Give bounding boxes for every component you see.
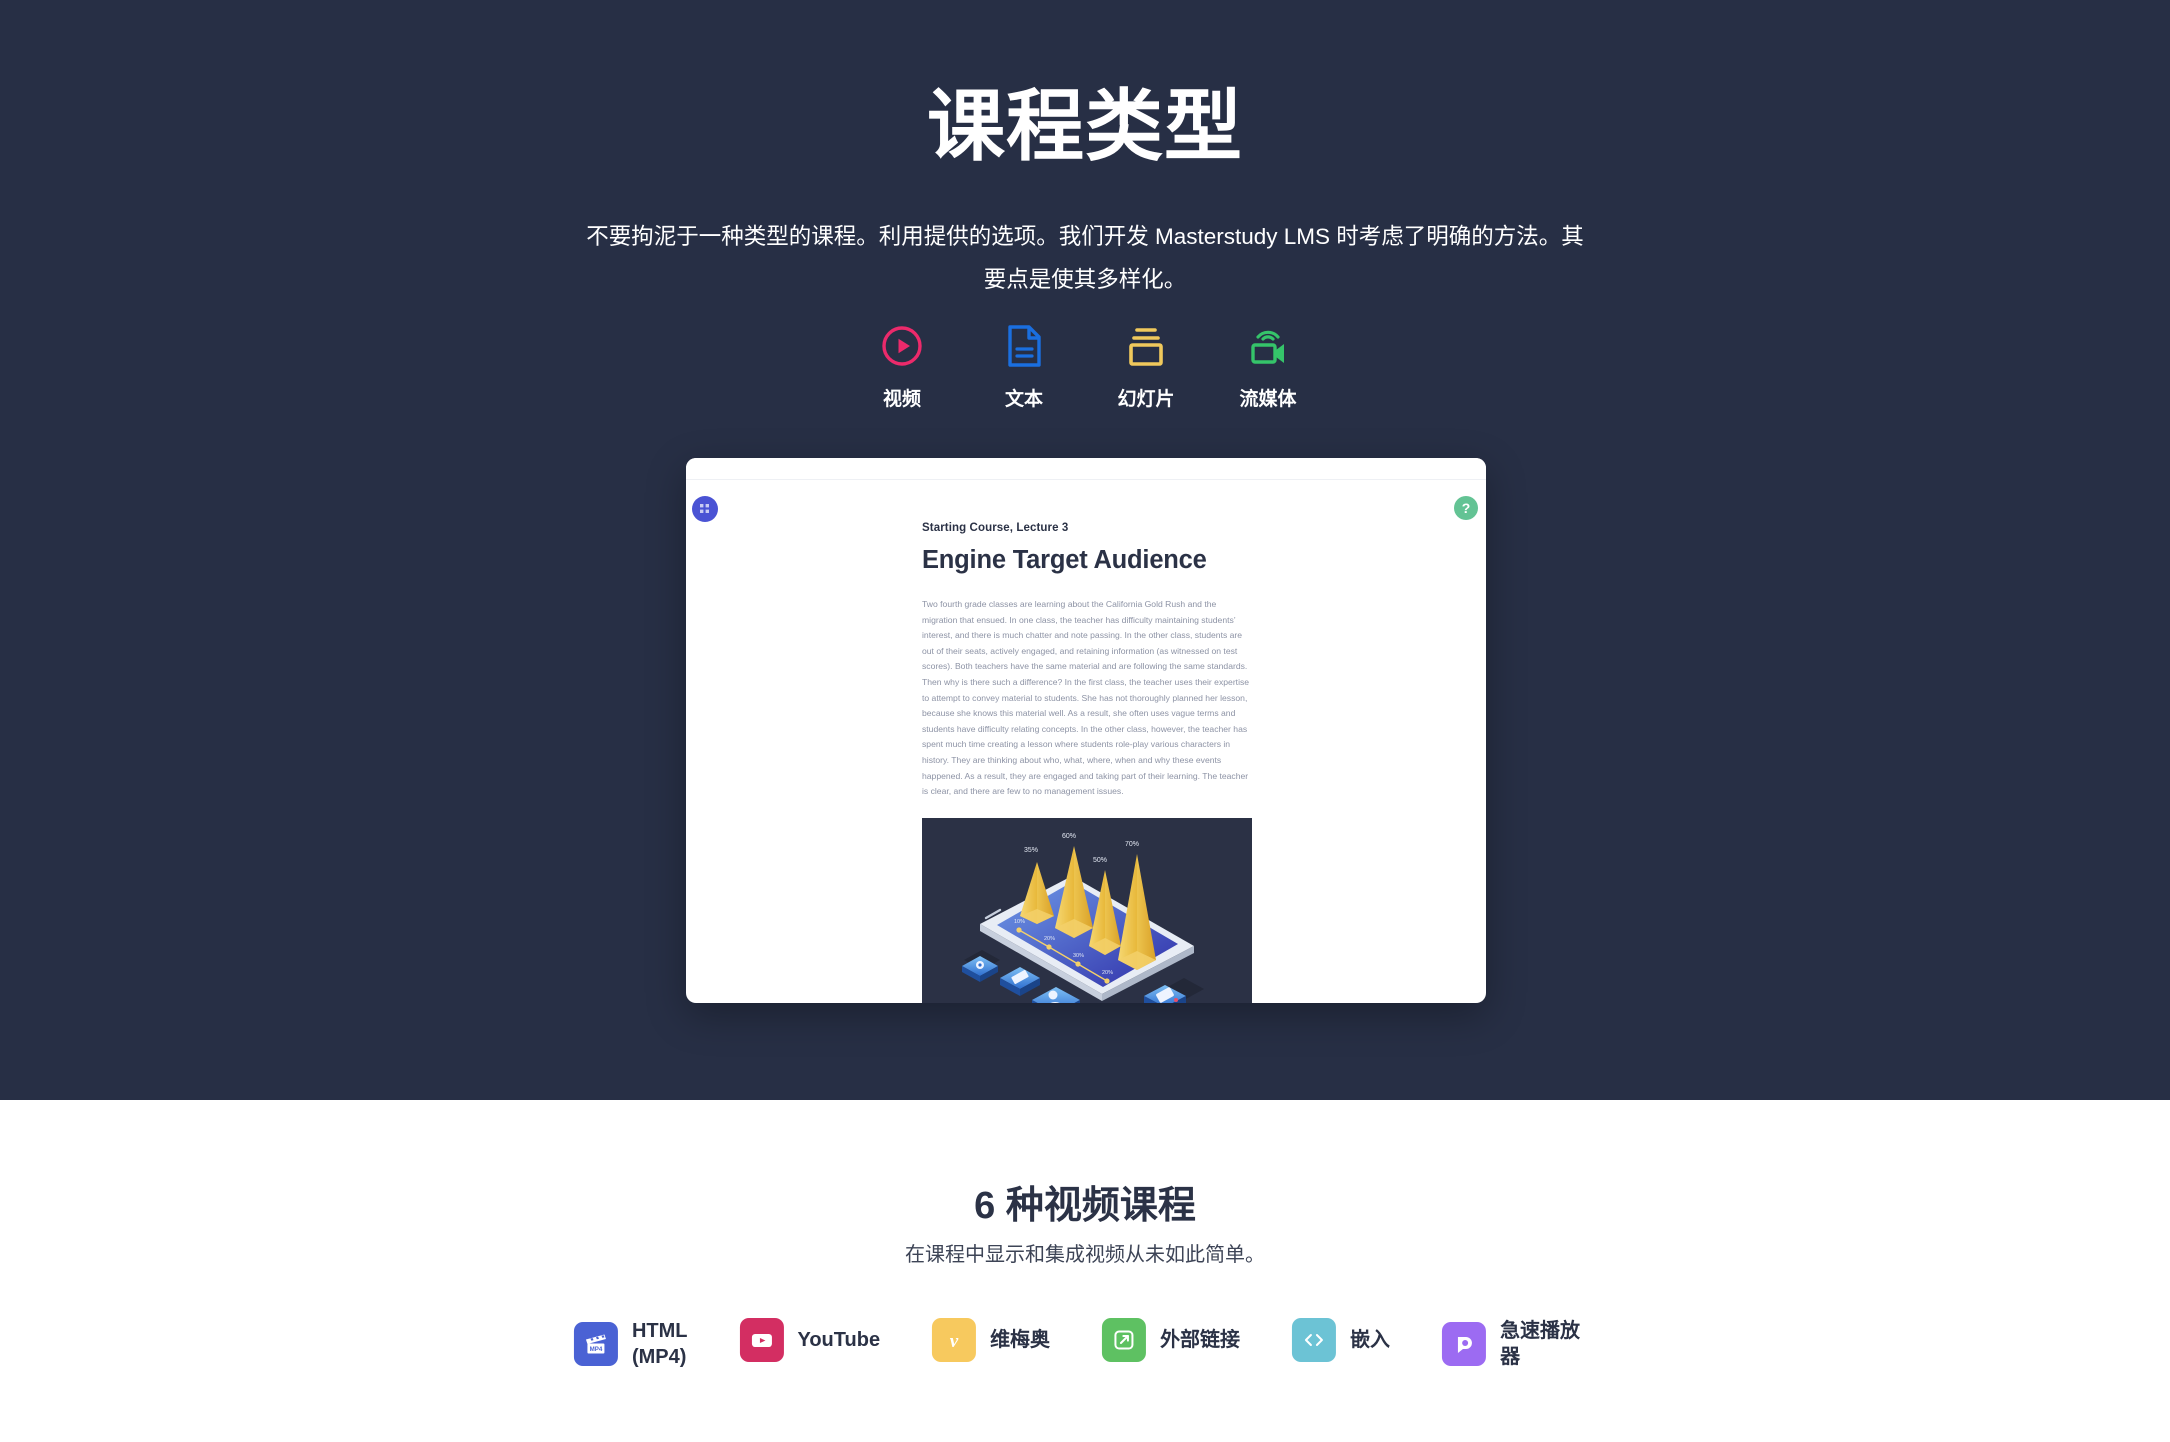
video-sources-section: 6 种视频课程 在课程中显示和集成视频从未如此简单。 [0, 1100, 2170, 1442]
vimeo-icon: v [932, 1318, 977, 1362]
video-source-label: 维梅奥 [990, 1329, 1051, 1351]
video-source-label: YouTube [797, 1329, 881, 1351]
video-source-vimeo[interactable]: v 维梅奥 [932, 1318, 1050, 1362]
video-source-external-link[interactable]: 外部链接 [1102, 1318, 1240, 1362]
course-type-slides[interactable]: 幻灯片 [1085, 322, 1207, 411]
streaming-camera-icon [1245, 322, 1291, 370]
grid-menu-icon[interactable] [692, 496, 718, 522]
svg-text:30%: 30% [1073, 953, 1084, 959]
course-type-label: 流媒体 [1239, 389, 1297, 410]
svg-text:v: v [950, 1331, 959, 1352]
features-title: 6 种视频课程 [974, 1185, 1196, 1227]
video-source-list: MP4 HTML (MP4) YouTube v 维梅奥 外部链接 嵌入 急速播… [573, 1318, 1596, 1370]
lecture-content: Starting Course, Lecture 3 Engine Target… [922, 522, 1252, 1003]
video-source-youtube[interactable]: YouTube [739, 1318, 880, 1362]
course-type-label: 幻灯片 [1117, 389, 1175, 410]
svg-text:35%: 35% [1024, 847, 1038, 854]
svg-text:MP4: MP4 [590, 1346, 603, 1353]
video-source-html-mp4[interactable]: MP4 HTML (MP4) [573, 1318, 688, 1370]
svg-text:10%: 10% [1014, 919, 1025, 925]
lecture-title: Engine Target Audience [922, 546, 1207, 574]
course-type-text[interactable]: 文本 [963, 322, 1085, 411]
isometric-phone-chart-illustration: 10% 20% 30% 20% 35% 60% 50% 70% [922, 817, 1252, 1003]
video-source-embed[interactable]: 嵌入 [1292, 1318, 1390, 1362]
mp4-clapperboard-icon: MP4 [573, 1322, 618, 1366]
page-root: 课程类型 不要拘泥于一种类型的课程。利用提供的选项。我们开发 Masterstu… [0, 0, 2170, 1442]
course-preview-card: ? Starting Course, Lecture 3 Engine Targ… [686, 458, 1486, 1003]
course-type-label: 文本 [1004, 389, 1043, 410]
video-source-label: 外部链接 [1160, 1329, 1241, 1351]
svg-text:20%: 20% [1044, 936, 1055, 942]
svg-text:70%: 70% [1125, 841, 1139, 848]
course-type-streaming[interactable]: 流媒体 [1207, 322, 1329, 411]
play-circle-icon [881, 322, 923, 370]
external-link-icon [1102, 1318, 1147, 1362]
svg-text:50%: 50% [1093, 857, 1107, 864]
video-source-presto-player[interactable]: 急速播放器 [1442, 1318, 1596, 1370]
slides-icon [1124, 322, 1168, 370]
card-topbar [686, 458, 1486, 480]
youtube-icon [739, 1318, 784, 1362]
document-icon [1003, 322, 1045, 370]
lecture-body-text: Two fourth grade classes are learning ab… [922, 599, 1250, 797]
course-type-list: 视频 文本 幻灯片 流媒体 [841, 322, 1329, 411]
hero-section: 课程类型 不要拘泥于一种类型的课程。利用提供的选项。我们开发 Masterstu… [0, 0, 2170, 1100]
svg-text:60%: 60% [1062, 833, 1076, 840]
features-subtitle: 在课程中显示和集成视频从未如此简单。 [905, 1244, 1265, 1266]
video-source-label: HTML (MP4) [631, 1320, 688, 1368]
hero-subtitle: 不要拘泥于一种类型的课程。利用提供的选项。我们开发 Masterstudy LM… [586, 224, 1584, 292]
presto-player-icon [1442, 1322, 1487, 1366]
course-type-video[interactable]: 视频 [841, 322, 963, 411]
page-title: 课程类型 [926, 82, 1243, 170]
course-type-label: 视频 [882, 389, 921, 410]
video-source-label: 急速播放器 [1500, 1320, 1581, 1368]
lecture-kicker: Starting Course, Lecture 3 [922, 522, 1069, 534]
svg-text:20%: 20% [1102, 970, 1113, 976]
embed-code-icon [1292, 1318, 1337, 1362]
video-source-label: 嵌入 [1350, 1329, 1391, 1351]
help-icon[interactable]: ? [1454, 496, 1478, 520]
